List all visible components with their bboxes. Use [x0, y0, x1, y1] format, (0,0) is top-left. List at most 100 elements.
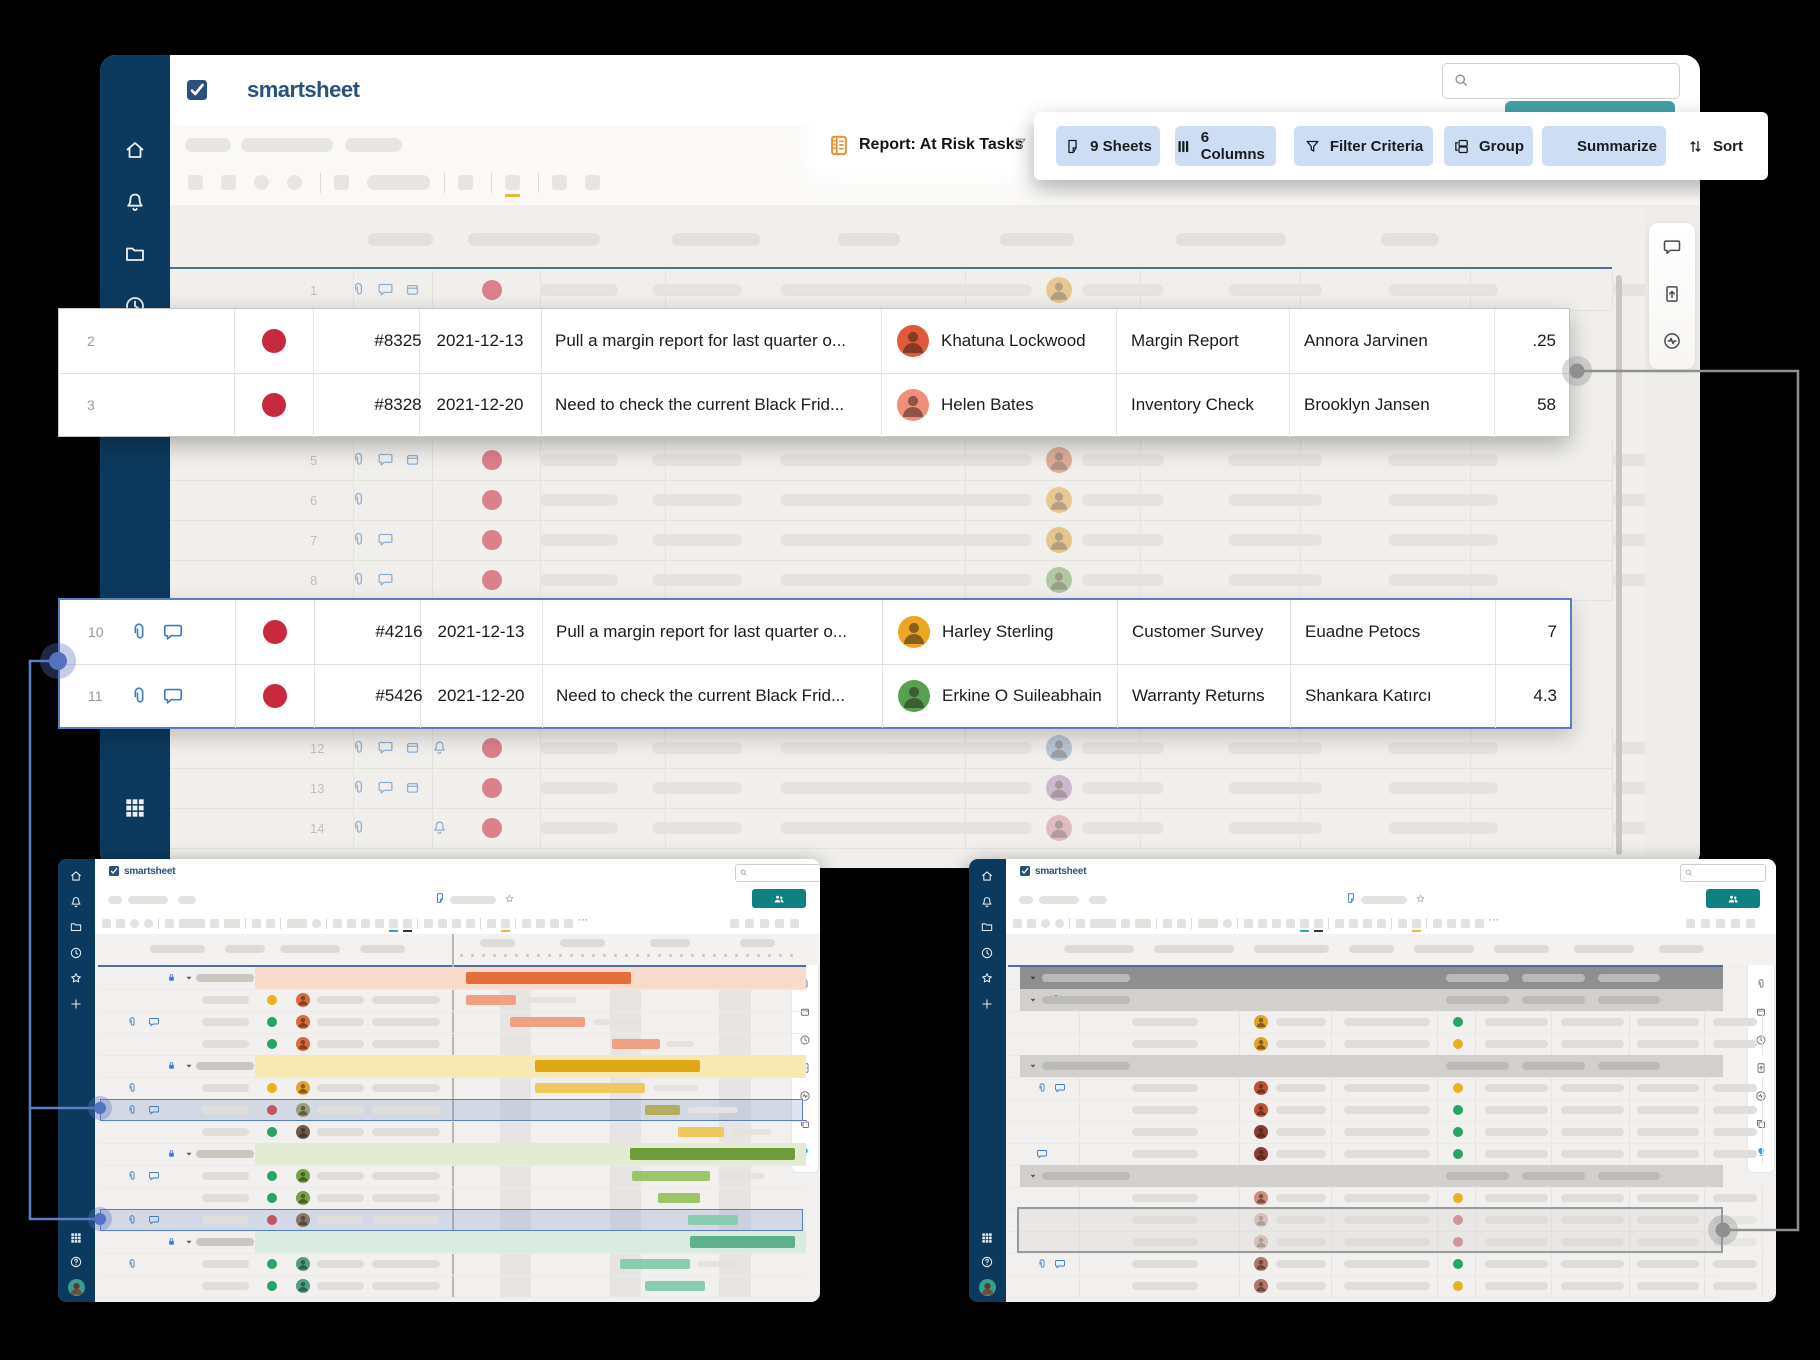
gantt-task-row[interactable]: [98, 1253, 806, 1276]
paperclip-icon[interactable]: [126, 1258, 138, 1270]
favorite-star-icon[interactable]: [1415, 893, 1426, 904]
table-row[interactable]: 7: [170, 520, 1612, 561]
rail-file-upload-icon[interactable]: [1755, 1062, 1767, 1074]
summarize-button[interactable]: Summarize: [1542, 126, 1666, 166]
table-row[interactable]: 14: [170, 808, 1612, 849]
bell-icon[interactable]: [431, 739, 448, 756]
panel-activity-icon[interactable]: [1662, 331, 1682, 351]
mini-help-icon[interactable]: [69, 1255, 83, 1269]
panel-file-upload-icon[interactable]: [1662, 284, 1682, 304]
grid-task-row[interactable]: [1008, 1077, 1723, 1100]
paperclip-icon[interactable]: [126, 1170, 138, 1182]
rail-box-icon[interactable]: [1755, 1006, 1767, 1018]
comment-icon[interactable]: [377, 779, 394, 796]
favorite-star-icon[interactable]: [504, 893, 515, 904]
mini-sidebar-folder-icon[interactable]: [69, 920, 83, 934]
paperclip-icon[interactable]: [350, 491, 367, 508]
report-row[interactable]: 3#83282021-12-20Need to check the curren…: [59, 373, 1569, 438]
mini-search-input[interactable]: [735, 864, 820, 882]
mini-sidebar-star-icon[interactable]: [980, 971, 994, 985]
gantt-bar[interactable]: [678, 1127, 724, 1137]
paperclip-icon[interactable]: [350, 451, 367, 468]
paperclip-icon[interactable]: [350, 819, 367, 836]
comment-icon[interactable]: [1054, 1082, 1066, 1094]
paperclip-icon[interactable]: [1036, 1082, 1048, 1094]
gantt-bar[interactable]: [620, 1259, 690, 1269]
paperclip-icon[interactable]: [350, 571, 367, 588]
comment-icon[interactable]: [377, 739, 394, 756]
grid-task-row[interactable]: [1008, 1033, 1723, 1056]
gantt-section-row[interactable]: [98, 967, 806, 990]
comment-icon[interactable]: [148, 1214, 160, 1226]
paperclip-icon[interactable]: [126, 1214, 138, 1226]
paperclip-icon[interactable]: [128, 621, 150, 643]
gantt-bar[interactable]: [658, 1193, 700, 1203]
mini-search-input[interactable]: [1680, 864, 1766, 882]
comment-icon[interactable]: [377, 571, 394, 588]
comment-icon[interactable]: [148, 1016, 160, 1028]
sheets-button[interactable]: 9 Sheets: [1056, 126, 1160, 166]
more-options-icon[interactable]: ⋯: [578, 915, 588, 926]
grid-task-row[interactable]: [1008, 1121, 1723, 1144]
mini-sidebar-bell-icon[interactable]: [69, 895, 83, 909]
gantt-bar[interactable]: [510, 1017, 585, 1027]
box-icon[interactable]: [404, 779, 421, 796]
grid-task-row[interactable]: [1008, 1143, 1723, 1166]
paperclip-icon[interactable]: [350, 779, 367, 796]
gantt-section-row[interactable]: [98, 1231, 806, 1254]
rail-paperclip-icon[interactable]: [1755, 978, 1767, 990]
gantt-task-row[interactable]: [98, 1099, 806, 1122]
box-icon[interactable]: [404, 451, 421, 468]
mini-user-avatar[interactable]: [68, 1279, 85, 1296]
table-row[interactable]: 1: [170, 270, 1612, 311]
mini-sidebar-clock-icon[interactable]: [980, 946, 994, 960]
gantt-task-row[interactable]: [98, 1187, 806, 1210]
mini-sidebar-folder-icon[interactable]: [980, 920, 994, 934]
sort-button[interactable]: Sort: [1672, 126, 1758, 166]
comment-icon[interactable]: [377, 531, 394, 548]
grid-task-row[interactable]: [1008, 1253, 1723, 1276]
rail-copy-icon[interactable]: [1755, 1118, 1767, 1130]
paperclip-icon[interactable]: [1036, 1258, 1048, 1270]
comment-icon[interactable]: [377, 281, 394, 298]
caret-down-icon[interactable]: [1028, 1171, 1038, 1181]
grid-group-row[interactable]: [1008, 1055, 1723, 1078]
filter-funnel-icon[interactable]: [1013, 136, 1028, 156]
paperclip-icon[interactable]: [350, 531, 367, 548]
gantt-task-row[interactable]: [98, 989, 806, 1012]
mini-sidebar-clock-icon[interactable]: [69, 946, 83, 960]
group-button[interactable]: Group: [1444, 126, 1533, 166]
comment-icon[interactable]: [148, 1104, 160, 1116]
rail-activity-icon[interactable]: [1755, 1090, 1767, 1102]
grid-group-row[interactable]: [1008, 967, 1723, 990]
report-row[interactable]: 10#42162021-12-13Pull a margin report fo…: [60, 600, 1570, 664]
paperclip-icon[interactable]: [126, 1104, 138, 1116]
columns-button[interactable]: 6 Columns: [1175, 126, 1276, 166]
mini-sidebar-home-icon[interactable]: [980, 869, 994, 883]
mini-share-button[interactable]: [1706, 889, 1760, 908]
mini-user-avatar[interactable]: [979, 1279, 996, 1296]
mini-sidebar-home-icon[interactable]: [69, 869, 83, 883]
vertical-scrollbar[interactable]: [1616, 275, 1622, 855]
gantt-task-row[interactable]: [98, 1011, 806, 1034]
gantt-task-row[interactable]: [98, 1209, 806, 1232]
paperclip-icon[interactable]: [128, 685, 150, 707]
mini-sidebar-plus-icon[interactable]: [69, 997, 83, 1011]
table-row[interactable]: 5: [170, 440, 1612, 481]
gantt-task-row[interactable]: [98, 1033, 806, 1056]
gantt-task-row[interactable]: [98, 1077, 806, 1100]
more-options-icon[interactable]: ⋯: [1489, 915, 1499, 926]
report-row[interactable]: 2#83252021-12-13Pull a margin report for…: [59, 309, 1569, 373]
gantt-bar[interactable]: [645, 1281, 705, 1291]
caret-down-icon[interactable]: [184, 1149, 194, 1159]
gantt-task-row[interactable]: [98, 1165, 806, 1188]
mini-sidebar-plus-icon[interactable]: [980, 997, 994, 1011]
mini-app-launcher-icon[interactable]: [980, 1231, 994, 1245]
mini-help-icon[interactable]: [980, 1255, 994, 1269]
comment-icon[interactable]: [162, 621, 184, 643]
gantt-task-row[interactable]: [98, 1275, 806, 1298]
table-row[interactable]: 6: [170, 480, 1612, 521]
mini-sidebar-bell-icon[interactable]: [980, 895, 994, 909]
gantt-bar[interactable]: [612, 1039, 660, 1049]
gantt-bar[interactable]: [535, 1083, 645, 1093]
